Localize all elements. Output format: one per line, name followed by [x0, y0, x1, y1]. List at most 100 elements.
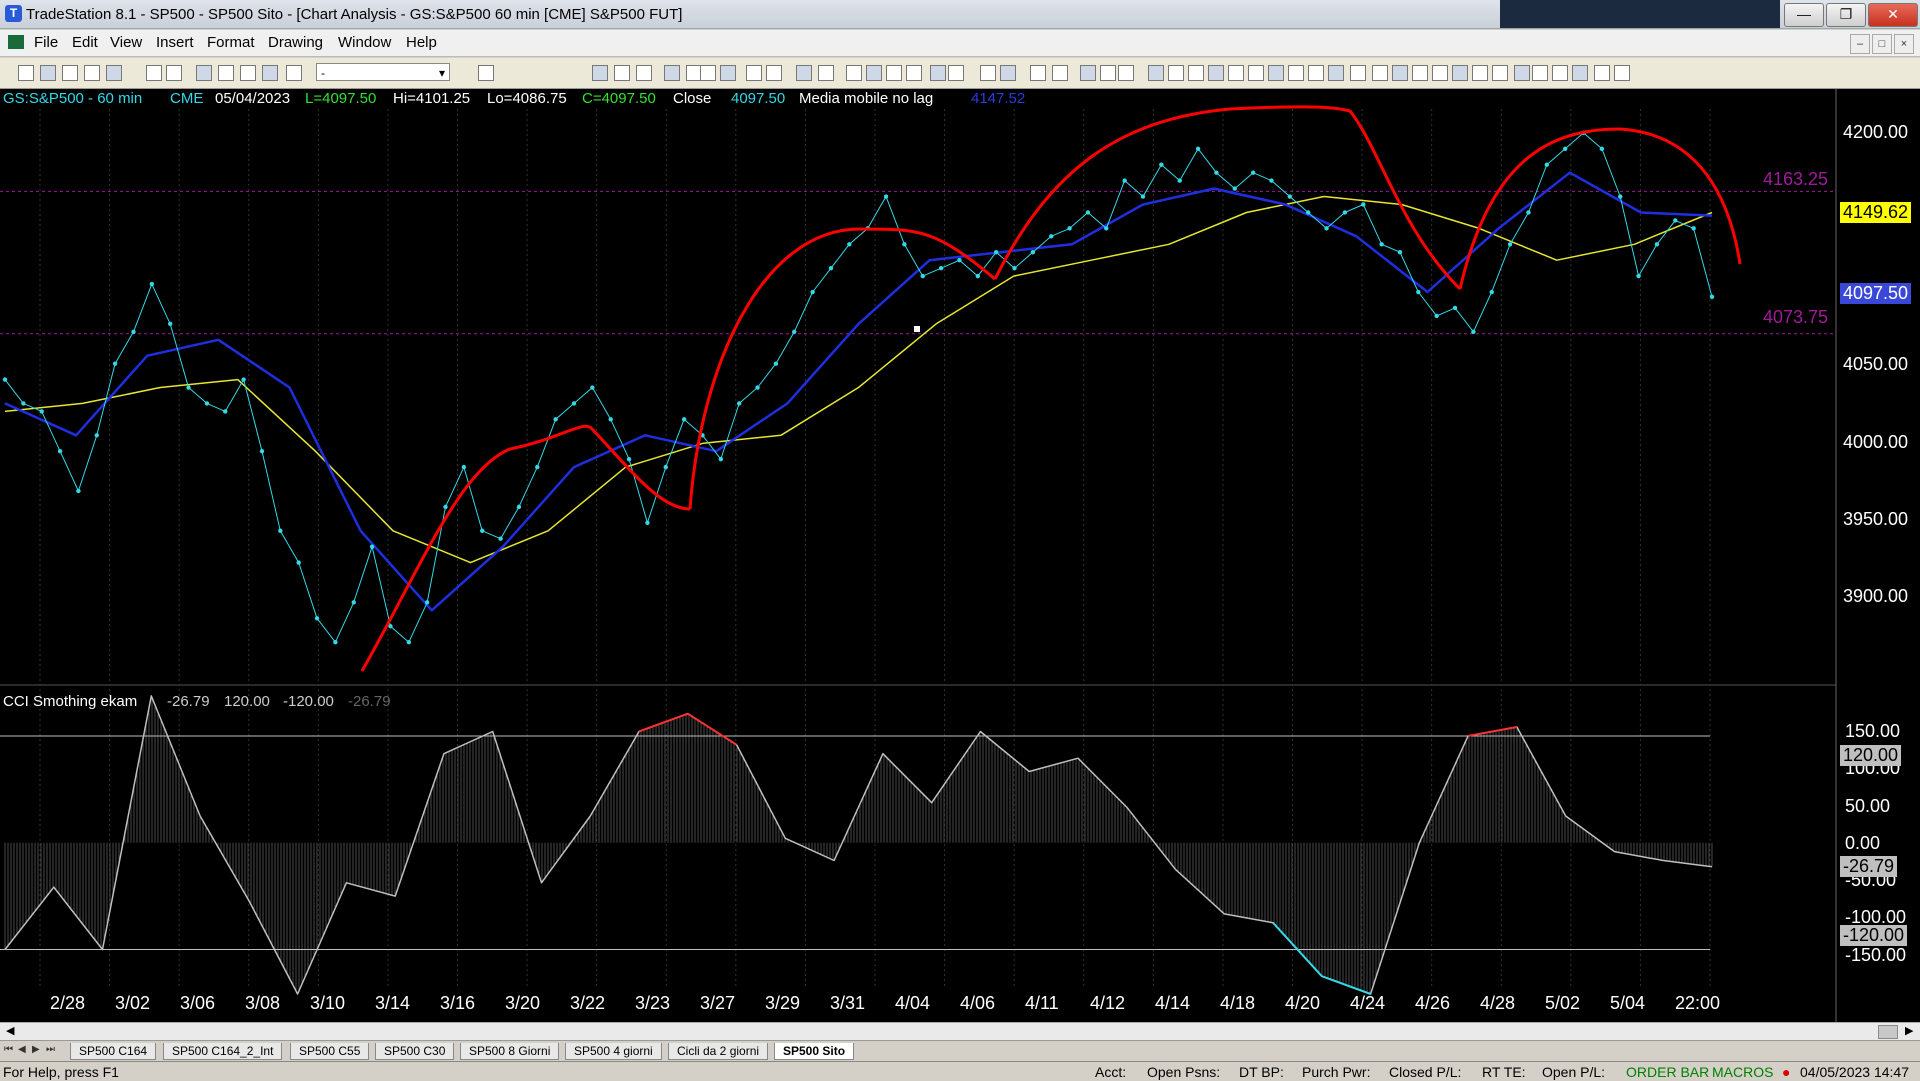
toolbar-button-icon[interactable]: [746, 65, 762, 81]
toolbar-button-icon[interactable]: [1532, 65, 1548, 81]
toolbar-button-icon[interactable]: [1030, 65, 1046, 81]
mdi-close-button[interactable]: ×: [1894, 34, 1914, 54]
toolbar-button-icon[interactable]: [1080, 65, 1096, 81]
toolbar-button-icon[interactable]: [1168, 65, 1184, 81]
chart-canvas[interactable]: [0, 89, 1920, 1023]
toolbar-button-icon[interactable]: [614, 65, 630, 81]
toolbar-button-icon[interactable]: [18, 65, 34, 81]
toolbar-select[interactable]: - ▾: [316, 63, 450, 81]
toolbar-button-icon[interactable]: [1308, 65, 1324, 81]
close-window-button[interactable]: ✕: [1868, 3, 1918, 27]
toolbar-button-icon[interactable]: [1452, 65, 1468, 81]
scroll-left-arrow-icon[interactable]: ◀: [6, 1024, 14, 1037]
chart-analysis-window[interactable]: GS:S&P500 - 60 min CME 05/04/2023 L=4097…: [0, 89, 1920, 1023]
toolbar-button-icon[interactable]: [1148, 65, 1164, 81]
toolbar-button-icon[interactable]: [636, 65, 652, 81]
toolbar-button-icon[interactable]: [84, 65, 100, 81]
status-macros[interactable]: MACROS: [1712, 1064, 1773, 1080]
window-title-bar[interactable]: T TradeStation 8.1 - SP500 - SP500 Sito …: [0, 0, 1920, 29]
toolbar-button-icon[interactable]: [1228, 65, 1244, 81]
scroll-right-arrow-icon[interactable]: ▶: [1905, 1024, 1913, 1037]
tab-last-icon[interactable]: ⏭: [46, 1044, 56, 1056]
toolbar-button-icon[interactable]: [40, 65, 56, 81]
mdi-minimize-button[interactable]: –: [1850, 34, 1870, 54]
toolbar-button-icon[interactable]: [700, 65, 716, 81]
menu-edit[interactable]: Edit: [72, 34, 98, 51]
menu-view[interactable]: View: [110, 34, 142, 51]
tab-sp500-c30[interactable]: SP500 C30: [375, 1043, 455, 1060]
toolbar-button-icon[interactable]: [286, 65, 302, 81]
toolbar-button-icon[interactable]: [1372, 65, 1388, 81]
minimize-button[interactable]: —: [1784, 3, 1824, 27]
toolbar-button-icon[interactable]: [1248, 65, 1264, 81]
toolbar-button-icon[interactable]: [1118, 65, 1134, 81]
toolbar-button-icon[interactable]: [592, 65, 608, 81]
menu-file[interactable]: File: [34, 34, 58, 51]
toolbar-button-icon[interactable]: [766, 65, 782, 81]
price-point: [204, 401, 210, 406]
toolbar-button-icon[interactable]: [1052, 65, 1068, 81]
toolbar-button-icon[interactable]: [146, 65, 162, 81]
restore-button[interactable]: ❐: [1826, 3, 1866, 27]
toolbar-button-icon[interactable]: [262, 65, 278, 81]
toolbar-button-icon[interactable]: [1392, 65, 1408, 81]
toolbar-button-icon[interactable]: [846, 65, 862, 81]
chart-horizontal-scrollbar[interactable]: ◀ ▶: [0, 1022, 1920, 1040]
tab-sp500-c55[interactable]: SP500 C55: [290, 1043, 370, 1060]
toolbar-button-icon[interactable]: [62, 65, 78, 81]
toolbar-button-icon[interactable]: [1350, 65, 1366, 81]
status-order-bar[interactable]: ORDER BAR: [1626, 1064, 1709, 1080]
toolbar-button-icon[interactable]: [218, 65, 234, 81]
toolbar-button-icon[interactable]: [664, 65, 680, 81]
toolbar-button-icon[interactable]: [720, 65, 736, 81]
menu-window[interactable]: Window: [338, 34, 391, 51]
tab-sp500-c164-2-int[interactable]: SP500 C164_2_Int: [163, 1043, 283, 1060]
toolbar-button-icon[interactable]: [796, 65, 812, 81]
toolbar-button-icon[interactable]: [1268, 65, 1284, 81]
toolbar-button-icon[interactable]: [1208, 65, 1224, 81]
toolbar-button-icon[interactable]: [906, 65, 922, 81]
toolbar-button-icon[interactable]: [1000, 65, 1016, 81]
toolbar-button-icon[interactable]: [1188, 65, 1204, 81]
toolbar-button-icon[interactable]: [980, 65, 996, 81]
price-point: [278, 528, 283, 533]
tab-first-icon[interactable]: ⏮: [4, 1044, 14, 1056]
toolbar-button-icon[interactable]: [1100, 65, 1116, 81]
toolbar-button-icon[interactable]: [1328, 65, 1344, 81]
tab-sp500-8-giorni[interactable]: SP500 8 Giorni: [460, 1043, 560, 1060]
toolbar-button-icon[interactable]: [1472, 65, 1488, 81]
toolbar-button-icon[interactable]: [1492, 65, 1508, 81]
toolbar-button-icon[interactable]: [1432, 65, 1448, 81]
mdi-restore-button[interactable]: □: [1872, 34, 1892, 54]
menu-insert[interactable]: Insert: [156, 34, 194, 51]
toolbar-button-icon[interactable]: [1572, 65, 1588, 81]
toolbar-button-icon[interactable]: [1412, 65, 1428, 81]
tab-prev-icon[interactable]: ◀: [18, 1044, 28, 1056]
toolbar-button-icon[interactable]: [106, 65, 122, 81]
toolbar-button-icon[interactable]: [818, 65, 834, 81]
tab-next-icon[interactable]: ▶: [32, 1044, 42, 1056]
toolbar-button-icon[interactable]: [1594, 65, 1610, 81]
tab-sp500-4-giorni[interactable]: SP500 4 giorni: [565, 1043, 662, 1060]
toolbar-button-icon[interactable]: [1552, 65, 1568, 81]
tab-cicli-da-2-giorni[interactable]: Cicli da 2 giorni: [668, 1043, 769, 1060]
toolbar-button-icon[interactable]: [1288, 65, 1304, 81]
scroll-thumb[interactable]: [1878, 1025, 1898, 1039]
menu-help[interactable]: Help: [406, 34, 437, 51]
toolbar-button-icon[interactable]: [886, 65, 902, 81]
toolbar-button-icon[interactable]: [166, 65, 182, 81]
toolbar-button-icon[interactable]: [240, 65, 256, 81]
menu-drawing[interactable]: Drawing: [268, 34, 323, 51]
menu-format[interactable]: Format: [207, 34, 255, 51]
toolbar-button-icon[interactable]: [930, 65, 946, 81]
price-tick-4200: 4200.00: [1843, 122, 1909, 142]
toolbar-button-icon[interactable]: [1614, 65, 1630, 81]
tab-sp500-c164[interactable]: SP500 C164: [70, 1043, 157, 1060]
toolbar-button-icon[interactable]: [1514, 65, 1530, 81]
toolbar-button-icon[interactable]: [948, 65, 964, 81]
toolbar-button-icon[interactable]: [866, 65, 882, 81]
chart-document-icon[interactable]: [8, 35, 24, 49]
tab-sp500-sito[interactable]: SP500 Sito: [774, 1043, 855, 1060]
toolbar-button-icon[interactable]: [196, 65, 212, 81]
toolbar-button-icon[interactable]: [478, 65, 494, 81]
